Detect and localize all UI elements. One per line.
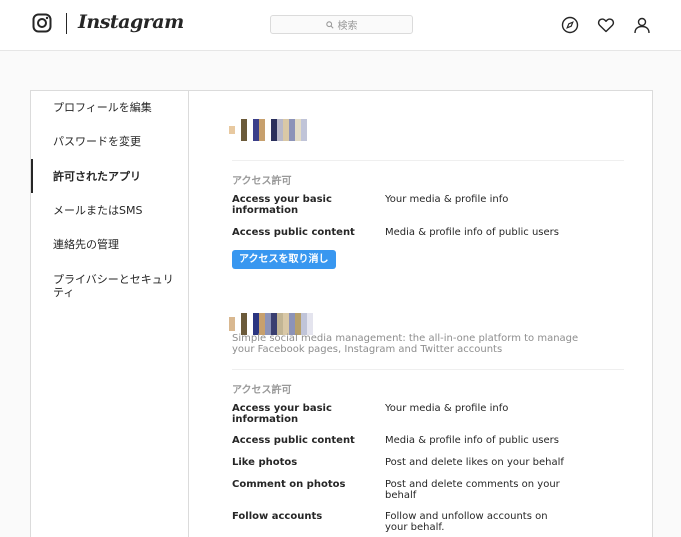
- app-description: Simple social media management: the all-…: [232, 333, 579, 355]
- permission-name: Access public content: [232, 227, 355, 238]
- permissions-heading: アクセス許可: [232, 176, 292, 187]
- permission-name: Like photos: [232, 457, 298, 468]
- permissions-heading: アクセス許可: [232, 385, 292, 396]
- top-navigation-bar: Instagram 検索: [0, 0, 681, 51]
- settings-panel: プロフィールを編集 パスワードを変更 許可されたアプリ メールまたはSMS 連絡…: [30, 90, 653, 537]
- permission-name: Comment on photos: [232, 479, 346, 490]
- sidebar-item-edit-profile[interactable]: プロフィールを編集: [31, 101, 188, 114]
- authorized-apps-content: アクセス許可 Access your basic information You…: [189, 91, 654, 537]
- permission-description: Your media & profile info: [385, 403, 509, 414]
- permission-name: Follow accounts: [232, 511, 323, 522]
- permission-description: Media & profile info of public users: [385, 227, 559, 238]
- app-name-pixelated: [229, 119, 307, 141]
- heart-icon[interactable]: [597, 16, 615, 34]
- permission-name: Access your basic information: [232, 194, 332, 216]
- permission-description: Post and delete comments on your behalf: [385, 479, 560, 501]
- permission-name: Access public content: [232, 435, 355, 446]
- sidebar-item-email-sms[interactable]: メールまたはSMS: [31, 204, 188, 217]
- logo-divider: [66, 13, 67, 34]
- app-name-pixelated: [229, 313, 313, 335]
- sidebar-item-authorized-apps[interactable]: 許可されたアプリ: [31, 159, 188, 193]
- settings-sidebar: プロフィールを編集 パスワードを変更 許可されたアプリ メールまたはSMS 連絡…: [31, 91, 189, 537]
- profile-user-icon[interactable]: [633, 16, 651, 34]
- permission-description: Follow and unfollow accounts on your beh…: [385, 511, 548, 533]
- permission-name: Access your basic information: [232, 403, 332, 425]
- explore-compass-icon[interactable]: [561, 16, 579, 34]
- sidebar-item-manage-contacts[interactable]: 連絡先の管理: [31, 238, 188, 251]
- search-icon: [325, 20, 334, 29]
- revoke-access-button[interactable]: アクセスを取り消し: [232, 250, 336, 269]
- instagram-wordmark[interactable]: Instagram: [78, 11, 184, 33]
- permission-description: Media & profile info of public users: [385, 435, 559, 446]
- sidebar-item-change-password[interactable]: パスワードを変更: [31, 135, 188, 148]
- search-input[interactable]: 検索: [270, 15, 413, 34]
- section-divider: [232, 160, 624, 161]
- instagram-logo-icon[interactable]: [32, 13, 52, 33]
- sidebar-item-privacy-security[interactable]: プライバシーとセキュリティ: [31, 273, 181, 299]
- permission-description: Your media & profile info: [385, 194, 509, 205]
- permission-description: Post and delete likes on your behalf: [385, 457, 564, 468]
- search-placeholder: 検索: [337, 21, 358, 32]
- section-divider: [232, 369, 624, 370]
